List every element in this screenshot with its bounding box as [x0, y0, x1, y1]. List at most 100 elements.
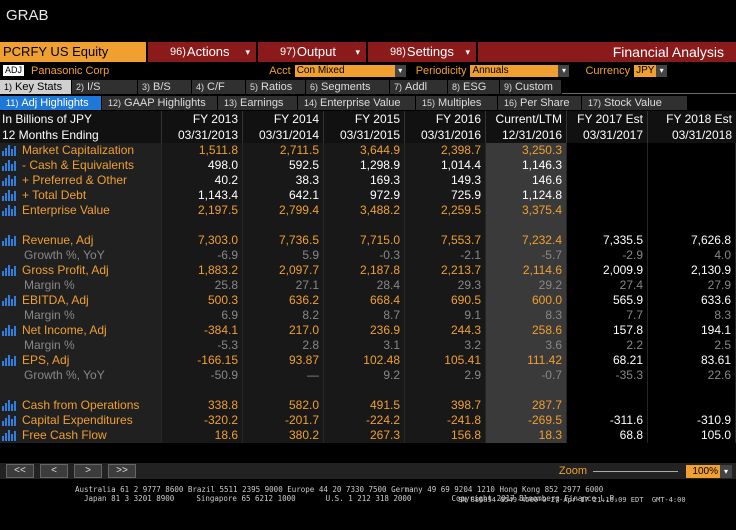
bar-chart-icon[interactable]	[2, 235, 16, 246]
table-cell[interactable]: 25.8	[162, 278, 243, 293]
zoom-slider[interactable]	[593, 470, 678, 472]
table-cell[interactable]: 7,715.0	[324, 233, 405, 248]
table-cell[interactable]: 3,488.2	[324, 203, 405, 218]
tab-custom[interactable]: 9) Custom	[500, 80, 562, 94]
tab-income-statement[interactable]: 2) I/S	[72, 80, 138, 94]
table-cell[interactable]: -6.9	[162, 248, 243, 263]
table-cell[interactable]: 7.7	[567, 308, 648, 323]
table-cell[interactable]: 105.41	[405, 353, 486, 368]
table-row[interactable]: Margin % 6.9 8.2 8.7 9.1 8.3 7.7 8.3	[0, 308, 736, 323]
tab-stock-value[interactable]: 17) Stock Value	[582, 96, 688, 110]
table-cell[interactable]: 18.6	[162, 428, 243, 443]
prev-page-button[interactable]: <	[40, 464, 68, 478]
actions-menu[interactable]: 96) Actions ▾	[148, 42, 258, 62]
tab-enterprise-value[interactable]: 14) Enterprise Value	[298, 96, 416, 110]
table-cell[interactable]: 2,114.6	[486, 263, 567, 278]
table-cell[interactable]: 380.2	[243, 428, 324, 443]
table-cell[interactable]: 83.61	[648, 353, 736, 368]
bar-chart-icon[interactable]	[2, 160, 16, 171]
table-cell[interactable]: 2.9	[405, 368, 486, 383]
table-cell[interactable]: 6.9	[162, 308, 243, 323]
bar-chart-icon[interactable]	[2, 175, 16, 186]
first-page-button[interactable]: <<	[6, 464, 34, 478]
bar-chart-icon[interactable]	[2, 205, 16, 216]
table-cell[interactable]: —	[243, 368, 324, 383]
table-cell[interactable]: 5.9	[243, 248, 324, 263]
table-cell[interactable]: 156.8	[405, 428, 486, 443]
table-cell[interactable]: 7,626.8	[648, 233, 736, 248]
table-cell[interactable]: 111.42	[486, 353, 567, 368]
table-cell[interactable]: 2,711.5	[243, 143, 324, 158]
output-menu[interactable]: 97) Output ▾	[258, 42, 368, 62]
table-cell[interactable]: -224.2	[324, 413, 405, 428]
table-cell[interactable]: 40.2	[162, 173, 243, 188]
table-cell[interactable]: 338.8	[162, 398, 243, 413]
last-page-button[interactable]: >>	[108, 464, 136, 478]
bar-chart-icon[interactable]	[2, 325, 16, 336]
table-cell[interactable]: 149.3	[405, 173, 486, 188]
tab-addl[interactable]: 7) Addl	[390, 80, 448, 94]
chevron-down-icon[interactable]: ▾	[558, 64, 570, 77]
table-cell[interactable]: 68.8	[567, 428, 648, 443]
table-cell[interactable]	[567, 203, 648, 218]
tab-key-stats[interactable]: 1) Key Stats	[0, 80, 72, 94]
table-cell[interactable]: 2,097.7	[243, 263, 324, 278]
table-row[interactable]: Enterprise Value 2,197.5 2,799.4 3,488.2 2,2…	[0, 203, 736, 218]
table-cell[interactable]: 93.87	[243, 353, 324, 368]
table-cell[interactable]: 1,143.4	[162, 188, 243, 203]
table-cell[interactable]	[567, 173, 648, 188]
table-cell[interactable]: 7,303.0	[162, 233, 243, 248]
periodicity-select[interactable]: Annuals	[470, 64, 559, 77]
chevron-down-icon[interactable]: ▾	[656, 64, 668, 77]
table-cell[interactable]: 592.5	[243, 158, 324, 173]
table-row[interactable]: Margin % -5.3 2.8 3.1 3.2 3.6 2.2 2.5	[0, 338, 736, 353]
table-cell[interactable]: 1,298.9	[324, 158, 405, 173]
table-cell[interactable]: -166.15	[162, 353, 243, 368]
table-cell[interactable]: 2.5	[648, 338, 736, 353]
table-cell[interactable]	[648, 188, 736, 203]
bar-chart-icon[interactable]	[2, 355, 16, 366]
table-row[interactable]: Gross Profit, Adj 1,883.2 2,097.7 2,187.8 2,…	[0, 263, 736, 278]
table-cell[interactable]	[648, 203, 736, 218]
table-cell[interactable]: 972.9	[324, 188, 405, 203]
bar-chart-icon[interactable]	[2, 190, 16, 201]
table-cell[interactable]: 2,009.9	[567, 263, 648, 278]
table-cell[interactable]: 690.5	[405, 293, 486, 308]
table-row[interactable]: EBITDA, Adj 500.3 636.2 668.4 690.5 600.0 565.…	[0, 293, 736, 308]
table-cell[interactable]: 105.0	[648, 428, 736, 443]
table-cell[interactable]: 22.6	[648, 368, 736, 383]
table-cell[interactable]: 1,014.4	[405, 158, 486, 173]
table-cell[interactable]: 7,736.5	[243, 233, 324, 248]
table-cell[interactable]: 600.0	[486, 293, 567, 308]
table-cell[interactable]: 236.9	[324, 323, 405, 338]
table-cell[interactable]: 1,511.8	[162, 143, 243, 158]
table-cell[interactable]: 9.1	[405, 308, 486, 323]
table-row[interactable]: EPS, Adj -166.15 93.87 102.48 105.41 111.42 68…	[0, 353, 736, 368]
tab-adj-highlights[interactable]: 11) Adj Highlights	[0, 96, 102, 110]
tab-cash-flow[interactable]: 4) C/F	[192, 80, 246, 94]
table-cell[interactable]: 8.3	[486, 308, 567, 323]
table-cell[interactable]: 582.0	[243, 398, 324, 413]
chevron-down-icon[interactable]: ▾	[394, 64, 406, 77]
table-cell[interactable]: 8.3	[648, 308, 736, 323]
table-cell[interactable]	[567, 143, 648, 158]
table-cell[interactable]: 668.4	[324, 293, 405, 308]
table-cell[interactable]: 498.0	[162, 158, 243, 173]
table-cell[interactable]: -5.7	[486, 248, 567, 263]
bar-chart-icon[interactable]	[2, 430, 16, 441]
next-page-button[interactable]: >	[74, 464, 102, 478]
table-cell[interactable]: 3,250.3	[486, 143, 567, 158]
table-cell[interactable]: 38.3	[243, 173, 324, 188]
table-cell[interactable]: 29.3	[405, 278, 486, 293]
table-cell[interactable]: 2.8	[243, 338, 324, 353]
table-cell[interactable]: 27.4	[567, 278, 648, 293]
table-cell[interactable]: -5.3	[162, 338, 243, 353]
tab-per-share[interactable]: 16) Per Share	[498, 96, 582, 110]
currency-select[interactable]: JPY	[634, 64, 657, 77]
table-cell[interactable]: 267.3	[324, 428, 405, 443]
table-cell[interactable]: -2.1	[405, 248, 486, 263]
tab-ratios[interactable]: 5) Ratios	[246, 80, 306, 94]
table-cell[interactable]	[648, 143, 736, 158]
table-cell[interactable]: -35.3	[567, 368, 648, 383]
table-row[interactable]: Market Capitalization 1,511.8 2,711.5 3,644…	[0, 143, 736, 158]
